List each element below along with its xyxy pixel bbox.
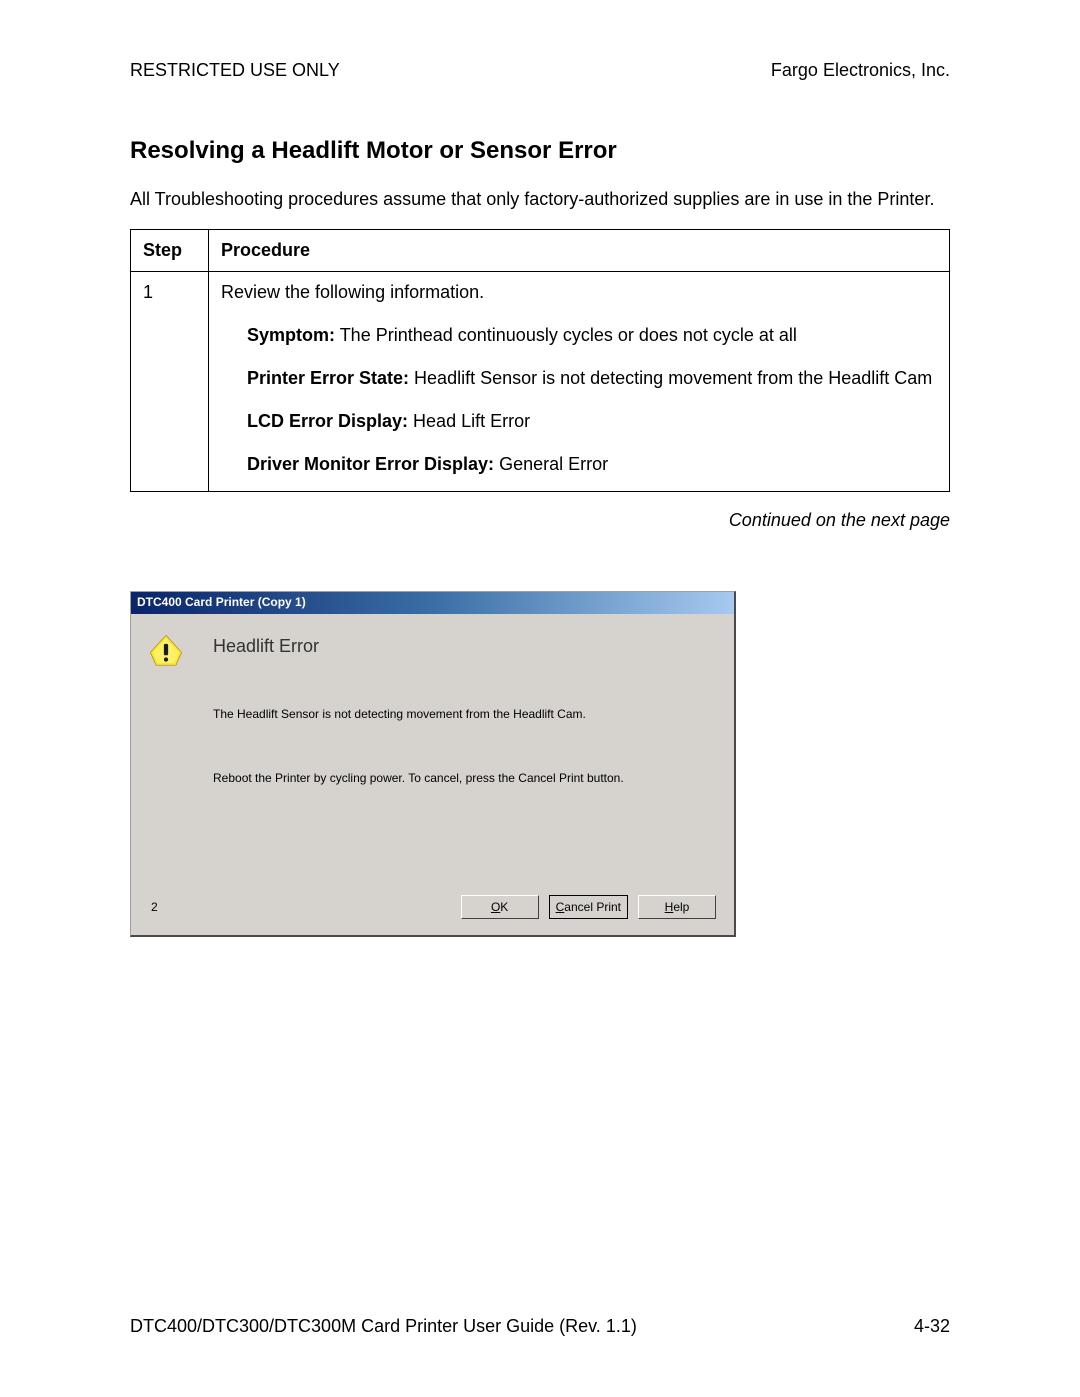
- dialog-footer: 2 OK Cancel Print Help: [149, 895, 716, 925]
- dialog-heading: Headlift Error: [213, 636, 319, 657]
- driver-label: Driver Monitor Error Display:: [247, 454, 494, 474]
- warning-icon: [149, 634, 183, 668]
- footer-left: DTC400/DTC300/DTC300M Card Printer User …: [130, 1316, 637, 1337]
- page-footer: DTC400/DTC300/DTC300M Card Printer User …: [130, 1316, 950, 1337]
- continued-note: Continued on the next page: [130, 510, 950, 531]
- proc-line-state: Printer Error State: Headlift Sensor is …: [221, 368, 937, 389]
- dialog-titlebar: DTC400 Card Printer (Copy 1): [131, 592, 734, 614]
- proc-line-driver: Driver Monitor Error Display: General Er…: [221, 454, 937, 475]
- state-text: Headlift Sensor is not detecting movemen…: [409, 368, 932, 388]
- cancel-print-button[interactable]: Cancel Print: [549, 895, 628, 919]
- header-right: Fargo Electronics, Inc.: [771, 60, 950, 81]
- ok-button[interactable]: OK: [461, 895, 539, 919]
- header-left: RESTRICTED USE ONLY: [130, 60, 340, 81]
- help-rest: elp: [673, 900, 689, 914]
- error-dialog: DTC400 Card Printer (Copy 1) Headlift Er…: [130, 591, 736, 937]
- th-step: Step: [131, 230, 209, 272]
- ok-rest: K: [500, 900, 508, 914]
- cancel-rest: ancel Print: [564, 900, 621, 914]
- lcd-label: LCD Error Display:: [247, 411, 408, 431]
- symptom-label: Symptom:: [247, 325, 335, 345]
- dialog-body: Headlift Error The Headlift Sensor is no…: [131, 614, 734, 935]
- help-button[interactable]: Help: [638, 895, 716, 919]
- proc-line-review: Review the following information.: [221, 282, 937, 303]
- section-title: Resolving a Headlift Motor or Sensor Err…: [130, 137, 950, 165]
- table-header-row: Step Procedure: [131, 230, 950, 272]
- table-row: 1 Review the following information. Symp…: [131, 272, 950, 492]
- proc-line-lcd: LCD Error Display: Head Lift Error: [221, 411, 937, 432]
- proc-line-symptom: Symptom: The Printhead continuously cycl…: [221, 325, 937, 346]
- dialog-count: 2: [151, 900, 158, 914]
- ok-underline: O: [491, 900, 500, 914]
- driver-text: General Error: [494, 454, 608, 474]
- procedure-table: Step Procedure 1 Review the following in…: [130, 229, 950, 492]
- footer-right: 4-32: [914, 1316, 950, 1337]
- document-page: RESTRICTED USE ONLY Fargo Electronics, I…: [0, 0, 1080, 977]
- cell-step: 1: [131, 272, 209, 492]
- cell-procedure: Review the following information. Sympto…: [209, 272, 950, 492]
- cancel-underline: C: [556, 900, 565, 914]
- dialog-message-1: The Headlift Sensor is not detecting mov…: [213, 707, 716, 721]
- page-header: RESTRICTED USE ONLY Fargo Electronics, I…: [130, 60, 950, 81]
- dialog-message-2: Reboot the Printer by cycling power. To …: [213, 771, 716, 785]
- symptom-text: The Printhead continuously cycles or doe…: [335, 325, 797, 345]
- state-label: Printer Error State:: [247, 368, 409, 388]
- dialog-top-row: Headlift Error: [149, 628, 716, 707]
- intro-text: All Troubleshooting procedures assume th…: [130, 187, 950, 211]
- th-procedure: Procedure: [209, 230, 950, 272]
- lcd-text: Head Lift Error: [408, 411, 530, 431]
